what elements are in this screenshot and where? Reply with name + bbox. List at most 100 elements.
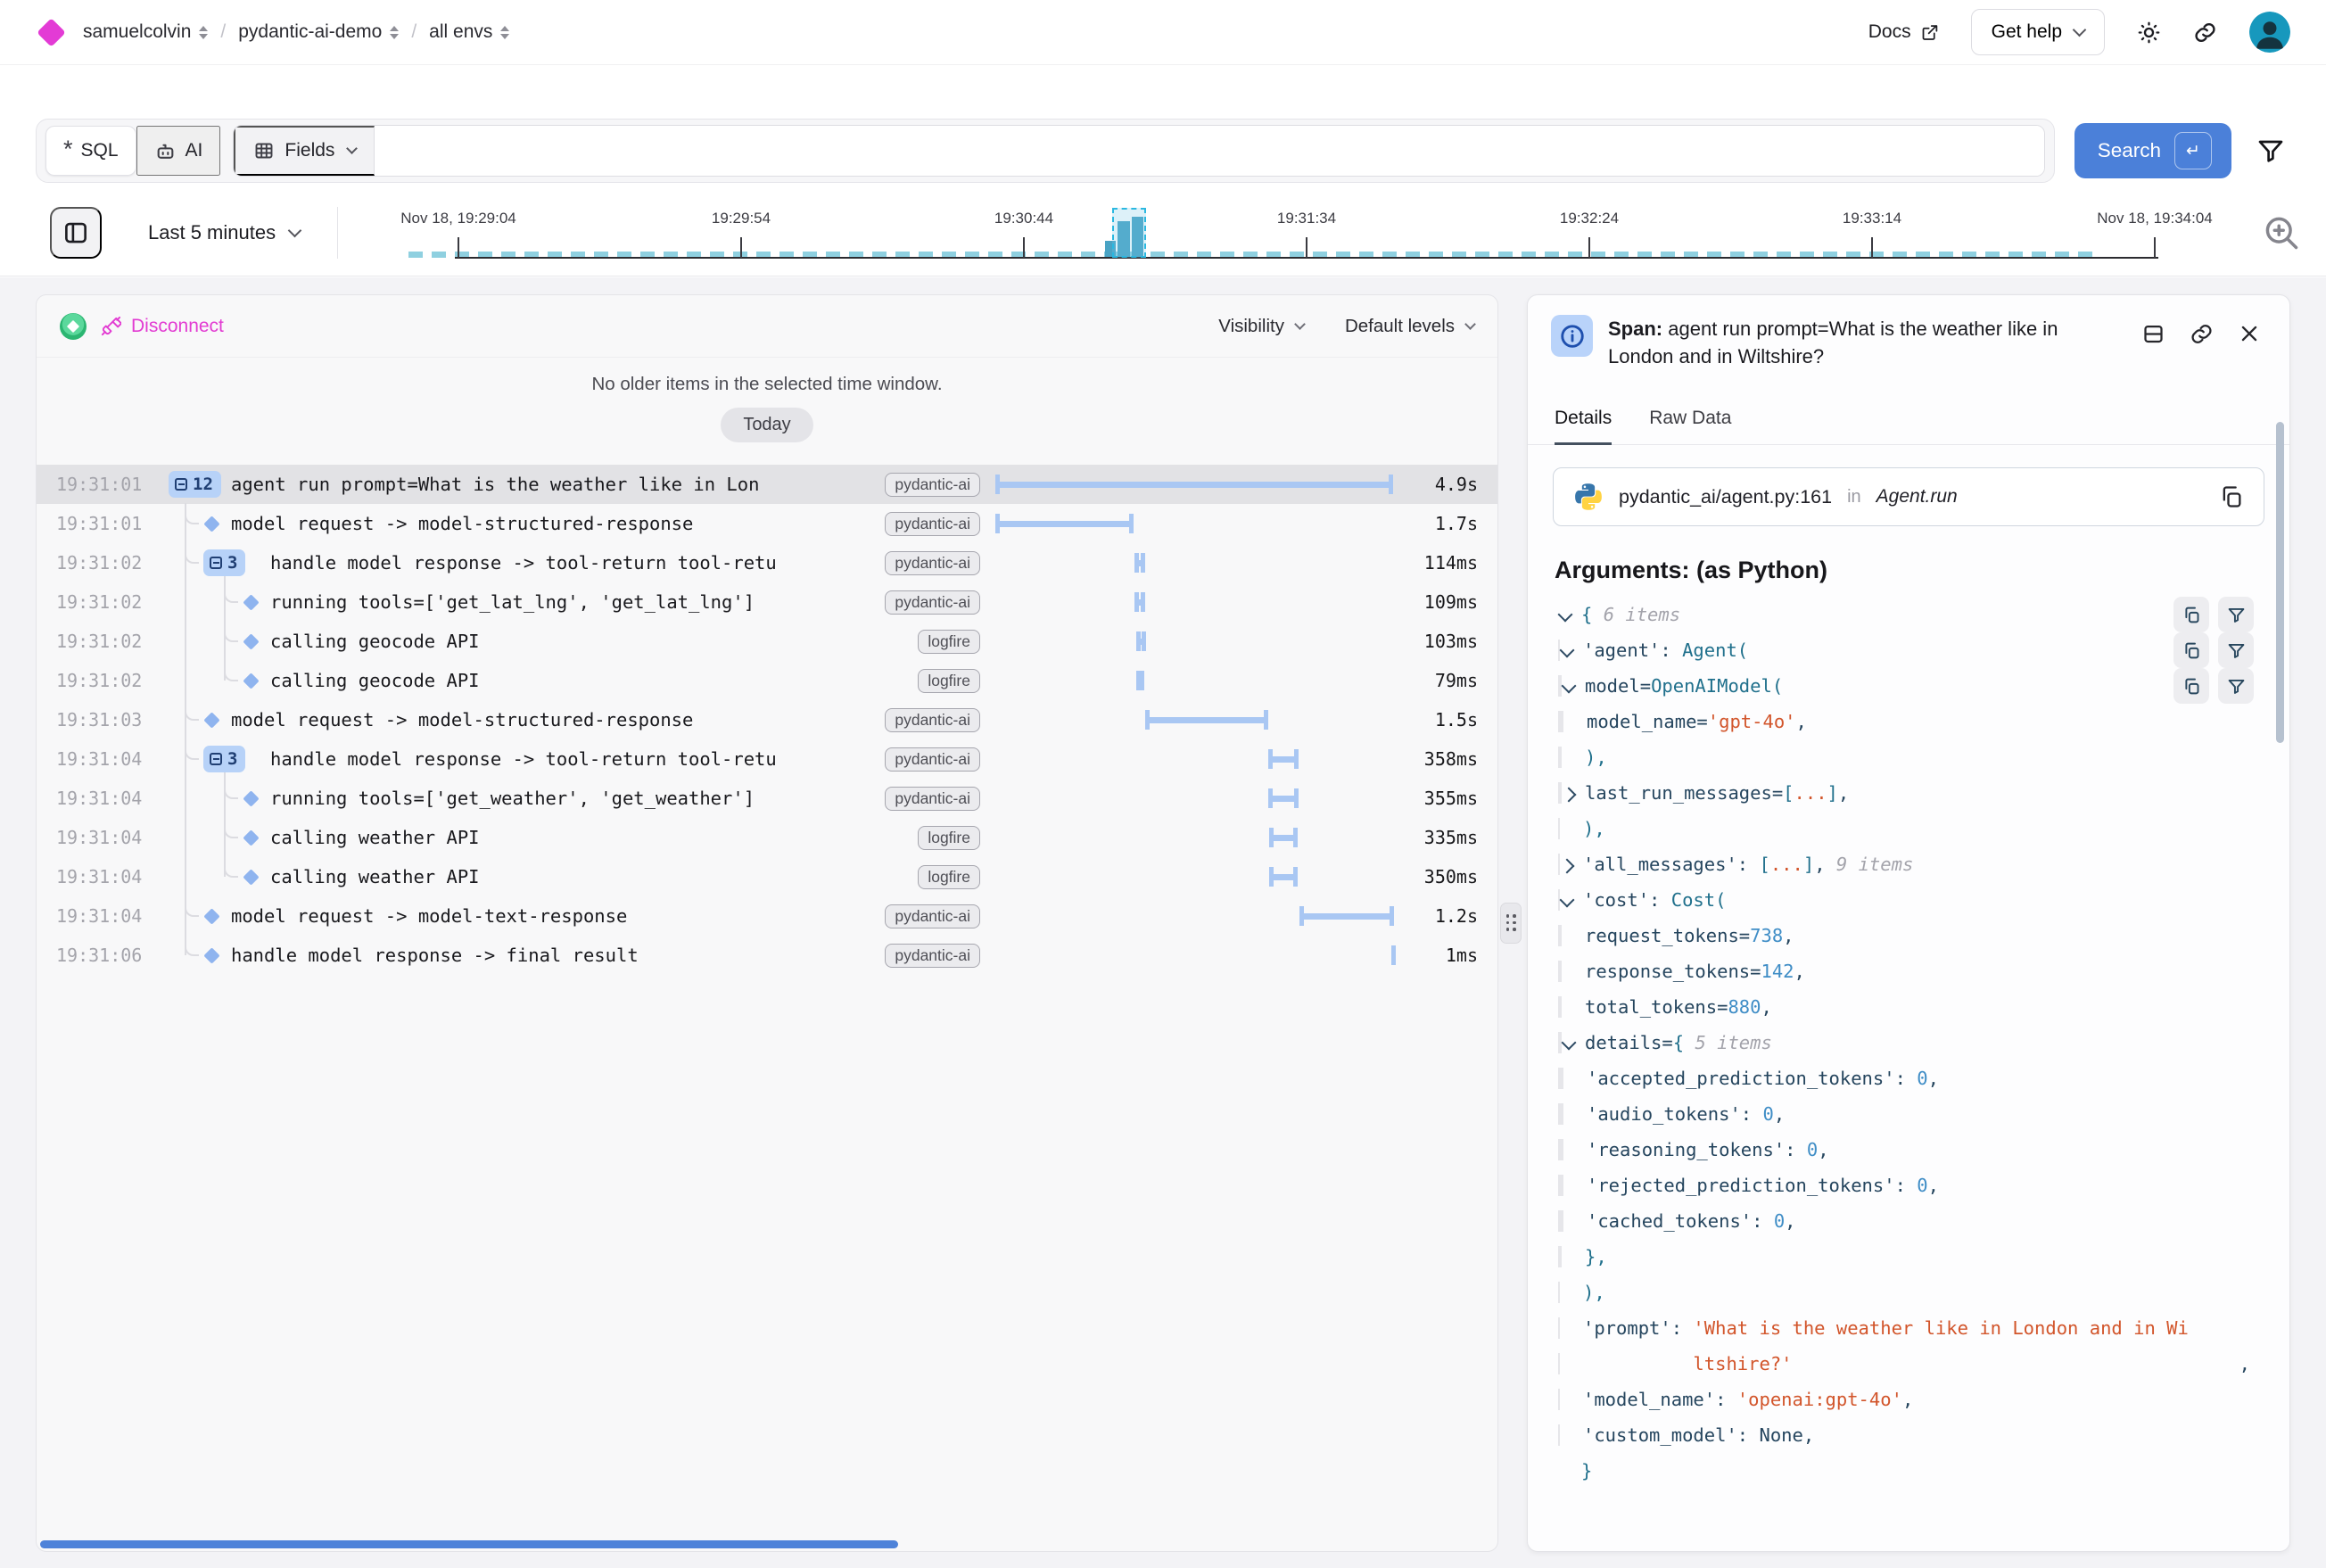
span-name[interactable]: calling weather API bbox=[270, 827, 905, 848]
sidebar-toggle-button[interactable] bbox=[50, 207, 102, 259]
trace-row[interactable]: 19:31:06 handle model response -> final … bbox=[37, 936, 1497, 975]
trace-row[interactable]: 19:31:02 calling geocode API logfire 103… bbox=[37, 622, 1497, 661]
expand-chevron-icon[interactable] bbox=[1562, 1034, 1585, 1052]
fields-dropdown[interactable]: Fields bbox=[234, 126, 375, 176]
breadcrumb-org[interactable]: samuelcolvin bbox=[83, 21, 208, 43]
waterfall-cell bbox=[994, 739, 1397, 779]
copy-value-button[interactable] bbox=[2173, 668, 2209, 704]
zoom-in-button[interactable] bbox=[2262, 213, 2301, 252]
expand-chevron-icon[interactable] bbox=[1558, 1462, 1581, 1480]
link-icon bbox=[2193, 21, 2217, 45]
copy-source-button[interactable] bbox=[2219, 484, 2244, 509]
panel-resize-handle[interactable] bbox=[1500, 903, 1522, 944]
ai-mode-button[interactable]: AI bbox=[136, 126, 221, 176]
code-line: ), bbox=[1528, 1275, 2289, 1310]
expand-chevron-icon[interactable] bbox=[1563, 1212, 1587, 1230]
search-button[interactable]: Search↵ bbox=[2074, 123, 2231, 178]
horizontal-scrollbar[interactable] bbox=[40, 1540, 898, 1548]
span-name[interactable]: calling weather API bbox=[270, 866, 905, 887]
trace-row[interactable]: 19:31:04 3 handle model response -> tool… bbox=[37, 739, 1497, 779]
expand-chevron-icon[interactable] bbox=[1563, 1141, 1587, 1159]
breadcrumb-project[interactable]: pydantic-ai-demo bbox=[238, 21, 399, 43]
dock-panel-button[interactable] bbox=[2141, 322, 2165, 370]
expand-chevron-icon[interactable] bbox=[1562, 962, 1585, 980]
today-button[interactable]: Today bbox=[721, 408, 812, 442]
span-name[interactable]: running tools=['get_lat_lng', 'get_lat_l… bbox=[270, 591, 872, 613]
expand-chevron-icon[interactable] bbox=[1560, 1355, 1583, 1373]
expand-chevron-icon[interactable] bbox=[1558, 606, 1581, 623]
avatar[interactable] bbox=[2249, 12, 2290, 53]
span-diamond-icon bbox=[203, 947, 219, 963]
default-levels-dropdown[interactable]: Default levels bbox=[1345, 316, 1474, 337]
trace-row[interactable]: 19:31:02 running tools=['get_lat_lng', '… bbox=[37, 582, 1497, 622]
theme-toggle-button[interactable] bbox=[2137, 21, 2161, 45]
tab-raw-data[interactable]: Raw Data bbox=[1649, 408, 1731, 445]
expand-chevron-icon[interactable] bbox=[1562, 784, 1585, 802]
span-name[interactable]: handle model response -> tool-return too… bbox=[270, 552, 872, 574]
visibility-dropdown[interactable]: Visibility bbox=[1218, 316, 1304, 337]
expand-chevron-icon[interactable] bbox=[1560, 1283, 1583, 1301]
expand-chevron-icon[interactable] bbox=[1560, 1319, 1583, 1337]
expand-chevron-icon[interactable] bbox=[1562, 998, 1585, 1016]
filter-value-button[interactable] bbox=[2218, 668, 2254, 704]
span-name[interactable]: handle model response -> final result bbox=[231, 945, 872, 966]
expand-chevron-icon[interactable] bbox=[1560, 855, 1583, 873]
expand-chevron-icon[interactable] bbox=[1560, 1391, 1583, 1408]
expand-chevron-icon[interactable] bbox=[1560, 641, 1583, 659]
expand-chevron-icon[interactable] bbox=[1560, 820, 1583, 838]
close-panel-button[interactable] bbox=[2238, 322, 2261, 370]
filter-value-button[interactable] bbox=[2218, 597, 2254, 632]
span-name[interactable]: running tools=['get_weather', 'get_weath… bbox=[270, 788, 872, 809]
expand-chevron-icon[interactable] bbox=[1560, 891, 1583, 909]
trace-row[interactable]: 19:31:01 model request -> model-structur… bbox=[37, 504, 1497, 543]
filter-toggle-button[interactable] bbox=[2256, 136, 2285, 165]
trace-row[interactable]: 19:31:04 running tools=['get_weather', '… bbox=[37, 779, 1497, 818]
copy-link-button[interactable] bbox=[2190, 322, 2214, 370]
tab-details[interactable]: Details bbox=[1555, 408, 1612, 445]
expand-chevron-icon[interactable] bbox=[1563, 1176, 1587, 1194]
expand-chevron-icon[interactable] bbox=[1562, 927, 1585, 945]
collapse-badge[interactable]: 12 bbox=[169, 471, 221, 498]
expand-chevron-icon[interactable] bbox=[1563, 1105, 1587, 1123]
span-name[interactable]: agent run prompt=What is the weather lik… bbox=[231, 474, 872, 495]
code-text: 'cost': Cost( bbox=[1583, 889, 1726, 911]
sql-mode-button[interactable]: *SQL bbox=[45, 126, 136, 176]
expand-chevron-icon[interactable] bbox=[1562, 1248, 1585, 1266]
disconnect-button[interactable]: Disconnect bbox=[101, 316, 224, 337]
span-name[interactable]: calling geocode API bbox=[270, 670, 905, 691]
timeline-selection[interactable] bbox=[1112, 208, 1146, 258]
trace-row[interactable]: 19:31:03 model request -> model-structur… bbox=[37, 700, 1497, 739]
copy-value-button[interactable] bbox=[2173, 632, 2209, 668]
span-name[interactable]: handle model response -> tool-return too… bbox=[270, 748, 872, 770]
duration-bar bbox=[1268, 749, 1299, 769]
span-name[interactable]: model request -> model-text-response bbox=[231, 905, 872, 927]
expand-chevron-icon[interactable] bbox=[1562, 677, 1585, 695]
time-range-dropdown[interactable]: Last 5 minutes bbox=[148, 221, 300, 244]
logfire-logo-icon[interactable] bbox=[37, 18, 66, 47]
filter-value-button[interactable] bbox=[2218, 632, 2254, 668]
span-name[interactable]: calling geocode API bbox=[270, 631, 905, 652]
expand-chevron-icon[interactable] bbox=[1560, 1426, 1583, 1444]
get-help-button[interactable]: Get help bbox=[1971, 9, 2105, 55]
docs-link[interactable]: Docs bbox=[1868, 21, 1939, 43]
copy-value-button[interactable] bbox=[2173, 597, 2209, 632]
span-name[interactable]: model request -> model-structured-respon… bbox=[231, 513, 872, 534]
collapse-badge[interactable]: 3 bbox=[203, 746, 245, 772]
source-location-card[interactable]: pydantic_ai/agent.py:161 in Agent.run bbox=[1553, 467, 2264, 526]
trace-row[interactable]: 19:31:02 3 handle model response -> tool… bbox=[37, 543, 1497, 582]
span-name[interactable]: model request -> model-structured-respon… bbox=[231, 709, 872, 730]
trace-row[interactable]: 19:31:04 model request -> model-text-res… bbox=[37, 896, 1497, 936]
vertical-scrollbar[interactable] bbox=[2276, 422, 2284, 743]
trace-row[interactable]: 19:31:04 calling weather API logfire 350… bbox=[37, 857, 1497, 896]
expand-chevron-icon[interactable] bbox=[1563, 1069, 1587, 1087]
share-link-button[interactable] bbox=[2193, 21, 2217, 45]
search-query-input[interactable] bbox=[375, 126, 2043, 176]
expand-chevron-icon[interactable] bbox=[1563, 713, 1587, 730]
trace-row[interactable]: 19:31:02 calling geocode API logfire 79m… bbox=[37, 661, 1497, 700]
trace-row[interactable]: 19:31:01 12 agent run prompt=What is the… bbox=[37, 465, 1497, 504]
expand-chevron-icon[interactable] bbox=[1562, 748, 1585, 766]
robot-icon bbox=[154, 140, 177, 162]
collapse-badge[interactable]: 3 bbox=[203, 549, 245, 576]
trace-row[interactable]: 19:31:04 calling weather API logfire 335… bbox=[37, 818, 1497, 857]
breadcrumb-env[interactable]: all envs bbox=[429, 21, 509, 43]
